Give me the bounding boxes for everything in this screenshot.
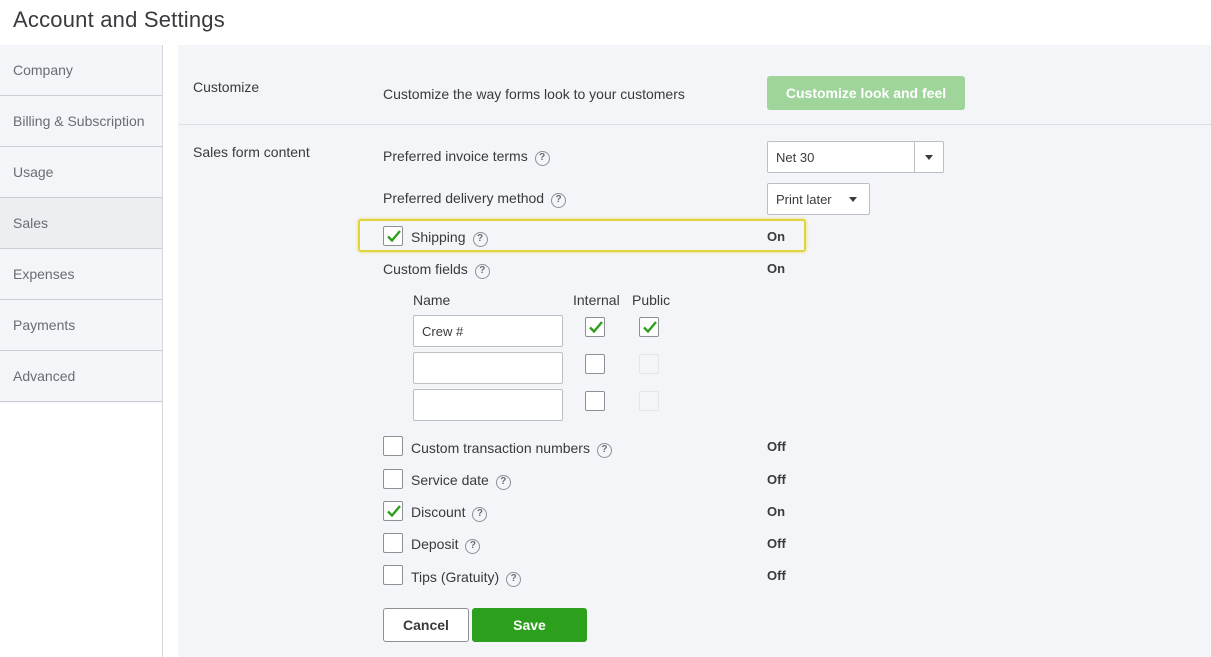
deposit-checkbox[interactable] [383, 533, 403, 553]
page-title: Account and Settings [13, 7, 225, 32]
invoice-terms-row: Preferred invoice terms? [383, 148, 550, 166]
custom-transaction-numbers-row: Custom transaction numbers? [411, 440, 612, 458]
customize-description: Customize the way forms look to your cus… [383, 86, 685, 102]
custom-field-internal-checkbox-1[interactable] [585, 317, 605, 337]
shipping-label: Shipping [411, 229, 466, 245]
shipping-row: Shipping? [411, 229, 488, 247]
custom-field-name-input-2[interactable] [413, 352, 563, 384]
chevron-down-icon[interactable] [925, 155, 933, 160]
sidebar-item-advanced[interactable]: Advanced [0, 351, 162, 402]
invoice-terms-label: Preferred invoice terms [383, 148, 528, 164]
help-icon[interactable]: ? [596, 443, 612, 458]
custom-field-name-input-1[interactable] [413, 315, 563, 347]
help-icon[interactable]: ? [534, 151, 550, 166]
help-icon[interactable]: ? [472, 507, 488, 522]
tips-status: Off [767, 568, 786, 583]
sales-form-content-label: Sales form content [193, 144, 310, 160]
invoice-terms-select[interactable]: Net 30 [767, 141, 944, 173]
invoice-terms-value: Net 30 [776, 150, 815, 165]
help-icon[interactable]: ? [551, 193, 567, 208]
checkmark-icon [387, 505, 401, 518]
help-icon[interactable]: ? [472, 232, 488, 247]
help-icon[interactable]: ? [506, 572, 522, 587]
checkmark-icon [589, 321, 603, 334]
help-icon[interactable]: ? [465, 539, 481, 554]
tips-row: Tips (Gratuity)? [411, 569, 522, 587]
deposit-label: Deposit [411, 536, 459, 552]
custom-transaction-numbers-checkbox[interactable] [383, 436, 403, 456]
settings-main-panel: Customize Customize the way forms look t… [178, 45, 1211, 657]
sidebar-item-billing-subscription[interactable]: Billing & Subscription [0, 96, 162, 147]
sidebar-item-sales[interactable]: Sales [0, 198, 162, 249]
deposit-status: Off [767, 536, 786, 551]
delivery-method-row: Preferred delivery method? [383, 190, 567, 208]
delivery-method-value: Print later [776, 192, 832, 207]
sidebar-item-company[interactable]: Company [0, 45, 162, 96]
sidebar-empty-area [0, 403, 162, 657]
service-date-label: Service date [411, 472, 489, 488]
custom-field-internal-checkbox-3[interactable] [585, 391, 605, 411]
help-icon[interactable]: ? [474, 264, 490, 279]
save-button[interactable]: Save [472, 608, 587, 642]
custom-fields-public-header: Public [632, 292, 671, 308]
custom-field-public-checkbox-2 [639, 354, 659, 374]
discount-checkbox[interactable] [383, 501, 403, 521]
custom-fields-status: On [767, 261, 786, 276]
customize-look-and-feel-button[interactable]: Customize look and feel [767, 76, 965, 110]
sidebar-item-expenses[interactable]: Expenses [0, 249, 162, 300]
tips-checkbox[interactable] [383, 565, 403, 585]
custom-transaction-numbers-status: Off [767, 439, 786, 454]
settings-sidebar: Company Billing & Subscription Usage Sal… [0, 45, 163, 657]
deposit-row: Deposit? [411, 536, 481, 554]
delivery-method-label: Preferred delivery method [383, 190, 545, 206]
service-date-checkbox[interactable] [383, 469, 403, 489]
chevron-down-icon[interactable] [849, 197, 857, 202]
customize-section-label: Customize [193, 79, 260, 95]
custom-field-public-checkbox-1[interactable] [639, 317, 659, 337]
discount-row: Discount? [411, 504, 488, 522]
custom-fields-name-header: Name [413, 292, 451, 308]
tips-label: Tips (Gratuity) [411, 569, 500, 585]
checkmark-icon [643, 321, 657, 334]
discount-label: Discount [411, 504, 466, 520]
custom-field-internal-checkbox-2[interactable] [585, 354, 605, 374]
custom-fields-label: Custom fields [383, 261, 468, 277]
checkmark-icon [387, 230, 401, 243]
shipping-status: On [767, 229, 786, 244]
delivery-method-select[interactable]: Print later [767, 183, 870, 215]
service-date-status: Off [767, 472, 786, 487]
service-date-row: Service date? [411, 472, 511, 490]
custom-fields-internal-header: Internal [573, 292, 620, 308]
sidebar-item-usage[interactable]: Usage [0, 147, 162, 198]
discount-status: On [767, 504, 786, 519]
select-divider [914, 142, 915, 172]
customize-section: Customize Customize the way forms look t… [178, 45, 1211, 125]
cancel-button[interactable]: Cancel [383, 608, 469, 642]
help-icon[interactable]: ? [495, 475, 511, 490]
custom-transaction-numbers-label: Custom transaction numbers [411, 440, 590, 456]
sidebar-item-payments[interactable]: Payments [0, 300, 162, 351]
custom-field-name-input-3[interactable] [413, 389, 563, 421]
shipping-checkbox[interactable] [383, 226, 403, 246]
custom-field-public-checkbox-3 [639, 391, 659, 411]
custom-fields-row: Custom fields? [383, 261, 490, 279]
